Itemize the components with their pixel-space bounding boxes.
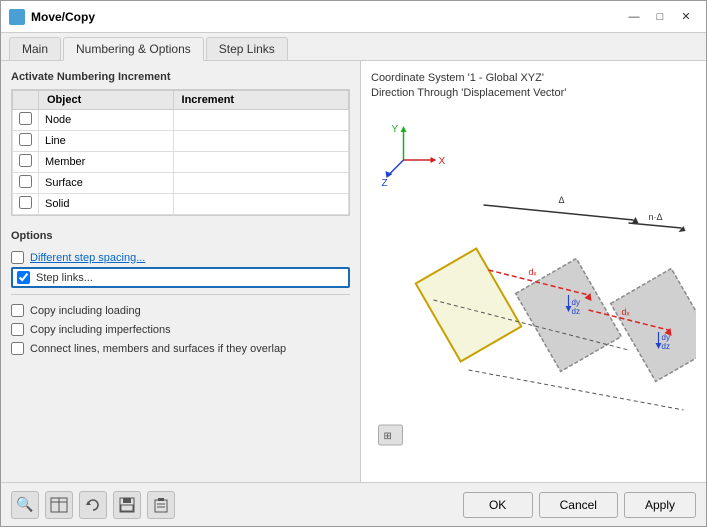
copy-including-loading-row: Copy including loading — [11, 301, 350, 320]
content-area: Activate Numbering Increment Object Incr… — [1, 61, 706, 482]
numbering-table: Object Increment Node — [12, 90, 349, 215]
diagram-svg: Y X Z — [371, 110, 696, 450]
col-checkbox — [13, 91, 39, 110]
svg-text:dy: dy — [662, 333, 670, 342]
col-increment: Increment — [173, 91, 348, 110]
coord-line2: Direction Through 'Displacement Vector' — [371, 87, 566, 99]
ok-button[interactable]: OK — [463, 492, 533, 518]
search-icon[interactable]: 🔍 — [11, 491, 39, 519]
left-panel: Activate Numbering Increment Object Incr… — [1, 61, 361, 482]
dialog-buttons: OK Cancel Apply — [463, 492, 696, 518]
cancel-button[interactable]: Cancel — [539, 492, 618, 518]
main-window: Move/Copy — □ ✕ Main Numbering & Options… — [0, 0, 707, 527]
table-icon[interactable] — [45, 491, 73, 519]
diagram-area: Y X Z — [371, 110, 696, 450]
window-controls: — □ ✕ — [622, 7, 698, 27]
node-increment[interactable] — [173, 110, 348, 131]
surface-checkbox[interactable] — [19, 175, 32, 188]
table-row: Surface — [13, 173, 349, 194]
svg-text:Δ: Δ — [559, 195, 565, 205]
table-header-row: Object Increment — [13, 91, 349, 110]
member-increment[interactable] — [173, 152, 348, 173]
numbering-section-title: Activate Numbering Increment — [11, 71, 350, 83]
svg-text:n·Δ: n·Δ — [649, 212, 663, 222]
copy-including-imperfections-row: Copy including imperfections — [11, 320, 350, 339]
table-row: Line — [13, 131, 349, 152]
svg-text:dₓ: dₓ — [622, 307, 630, 317]
tab-bar: Main Numbering & Options Step Links — [1, 33, 706, 61]
solid-label: Solid — [39, 194, 174, 215]
window-icon — [9, 9, 25, 25]
table-row: Node — [13, 110, 349, 131]
bottom-bar: 🔍 — [1, 482, 706, 526]
tab-step-links[interactable]: Step Links — [206, 37, 288, 60]
refresh-icon[interactable] — [79, 491, 107, 519]
svg-text:Z: Z — [382, 178, 388, 189]
line-checkbox[interactable] — [19, 133, 32, 146]
copy-imperfections-checkbox[interactable] — [11, 323, 24, 336]
save-icon[interactable] — [113, 491, 141, 519]
member-checkbox[interactable] — [19, 154, 32, 167]
col-object: Object — [39, 91, 174, 110]
svg-text:X: X — [439, 156, 446, 167]
svg-text:dₓ: dₓ — [529, 267, 537, 277]
options-section: Options Different step spacing... Step l… — [11, 230, 350, 358]
maximize-button[interactable]: □ — [648, 7, 672, 27]
step-links-checkbox[interactable] — [17, 271, 30, 284]
table-row: Solid — [13, 194, 349, 215]
solid-increment[interactable] — [173, 194, 348, 215]
coord-line1: Coordinate System '1 - Global XYZ' — [371, 72, 544, 84]
node-checkbox[interactable] — [19, 112, 32, 125]
different-step-spacing-checkbox[interactable] — [11, 251, 24, 264]
right-panel: Coordinate System '1 - Global XYZ' Direc… — [361, 61, 706, 482]
different-step-spacing-label[interactable]: Different step spacing... — [30, 252, 145, 264]
connect-lines-label: Connect lines, members and surfaces if t… — [30, 343, 286, 355]
numbering-section: Activate Numbering Increment Object Incr… — [11, 71, 350, 216]
clipboard-icon[interactable] — [147, 491, 175, 519]
line-label: Line — [39, 131, 174, 152]
surface-increment[interactable] — [173, 173, 348, 194]
tab-main[interactable]: Main — [9, 37, 61, 60]
different-step-spacing-row: Different step spacing... — [11, 248, 350, 267]
svg-text:dz: dz — [572, 307, 580, 316]
svg-text:dz: dz — [662, 342, 670, 351]
title-bar-left: Move/Copy — [9, 9, 95, 25]
connect-lines-row: Connect lines, members and surfaces if t… — [11, 339, 350, 358]
options-section-title: Options — [11, 230, 350, 242]
connect-lines-checkbox[interactable] — [11, 342, 24, 355]
axis-group: Y X Z — [382, 124, 446, 189]
numbering-table-container: Object Increment Node — [11, 89, 350, 216]
member-label: Member — [39, 152, 174, 173]
window-title: Move/Copy — [31, 10, 95, 24]
copy-loading-checkbox[interactable] — [11, 304, 24, 317]
close-button[interactable]: ✕ — [674, 7, 698, 27]
table-row: Member — [13, 152, 349, 173]
bottom-toolbar: 🔍 — [11, 491, 175, 519]
coord-title: Coordinate System '1 - Global XYZ' Direc… — [371, 71, 696, 102]
solid-checkbox[interactable] — [19, 196, 32, 209]
title-bar: Move/Copy — □ ✕ — [1, 1, 706, 33]
copy-loading-label: Copy including loading — [30, 305, 141, 317]
svg-text:⊞: ⊞ — [384, 431, 392, 442]
svg-text:Y: Y — [392, 124, 399, 135]
line-increment[interactable] — [173, 131, 348, 152]
step-links-row: Step links... — [11, 267, 350, 288]
surface-label: Surface — [39, 173, 174, 194]
minimize-button[interactable]: — — [622, 7, 646, 27]
node-label: Node — [39, 110, 174, 131]
tab-numbering-options[interactable]: Numbering & Options — [63, 37, 204, 61]
apply-button[interactable]: Apply — [624, 492, 696, 518]
step-links-label[interactable]: Step links... — [36, 272, 93, 284]
svg-text:dy: dy — [572, 298, 580, 307]
copy-imperfections-label: Copy including imperfections — [30, 324, 171, 336]
divider — [11, 294, 350, 295]
